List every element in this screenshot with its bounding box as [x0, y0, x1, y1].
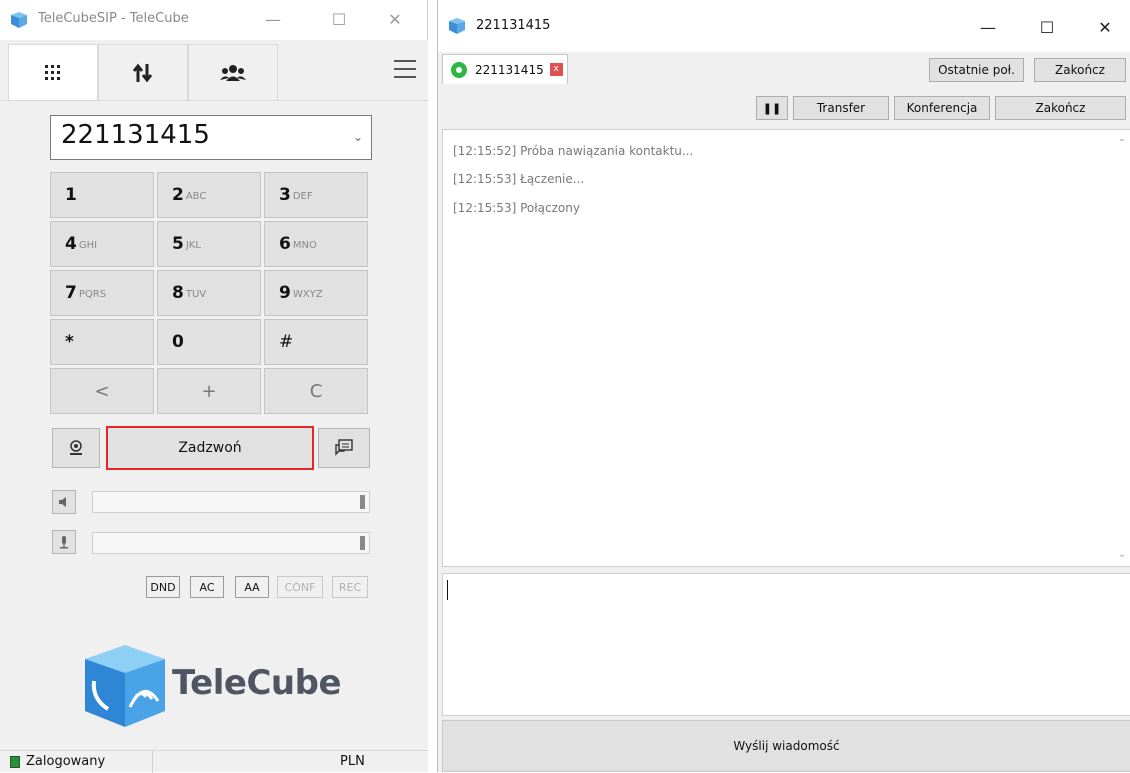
number-input[interactable]: 221131415 ⌄	[50, 115, 372, 160]
microphone-volume-slider[interactable]	[92, 532, 370, 554]
microphone-icon	[60, 536, 68, 549]
slider-thumb[interactable]	[360, 495, 365, 509]
key-2[interactable]: 2 ABC	[157, 172, 261, 218]
text-caret	[447, 580, 448, 600]
status-led-icon	[10, 756, 20, 768]
scroll-up-icon[interactable]: ⌃	[1118, 138, 1126, 149]
call-tab[interactable]: 221131415 x	[442, 54, 568, 84]
logo-text: TeleCube	[172, 663, 342, 703]
maximize-button[interactable]: ☐	[1034, 16, 1060, 40]
dialer-tabs	[0, 40, 428, 100]
key-7[interactable]: 7 PQRS	[50, 270, 154, 316]
close-button[interactable]: ✕	[382, 8, 408, 32]
message-input[interactable]	[442, 573, 1130, 716]
scroll-down-icon[interactable]: ⌄	[1118, 549, 1126, 560]
contacts-icon	[220, 64, 246, 81]
key-4[interactable]: 4 GHI	[50, 221, 154, 267]
key-0[interactable]: 0	[157, 319, 261, 365]
chevron-down-icon[interactable]: ⌄	[353, 130, 363, 144]
key-5[interactable]: 5 JKL	[157, 221, 261, 267]
call-tab-number: 221131415	[475, 62, 544, 77]
recent-calls-button[interactable]: Ostatnie poł.	[929, 58, 1024, 82]
telecube-app-icon	[449, 18, 465, 34]
currency-label: PLN	[340, 754, 365, 769]
whatsapp-icon	[451, 61, 467, 78]
menu-icon[interactable]	[394, 60, 416, 78]
close-button[interactable]: ✕	[1092, 16, 1118, 40]
key-8[interactable]: 8 TUV	[157, 270, 261, 316]
transfer-arrows-icon	[132, 63, 153, 82]
minimize-button[interactable]: —	[975, 16, 1001, 40]
send-message-button[interactable]: Wyślij wiadomość	[442, 720, 1130, 772]
tab-call-history[interactable]	[98, 44, 188, 100]
call-log: [12:15:52] Próba nawiązania kontaktu... …	[442, 129, 1130, 567]
dnd-toggle[interactable]: DND	[146, 576, 180, 598]
clear-button[interactable]: C	[264, 368, 368, 414]
chat-icon	[335, 439, 353, 456]
hold-button[interactable]: ❚❚	[756, 96, 788, 120]
telecube-app-icon	[11, 12, 27, 28]
slider-thumb[interactable]	[360, 536, 365, 550]
backspace-button[interactable]: <	[50, 368, 154, 414]
ac-toggle[interactable]: AC	[190, 576, 224, 598]
key-star[interactable]: *	[50, 319, 154, 365]
maximize-button[interactable]: ☐	[326, 8, 352, 32]
telecube-logo: TeleCube	[80, 641, 350, 731]
minimize-button[interactable]: —	[260, 8, 286, 32]
window-title: 221131415	[476, 18, 551, 33]
key-1[interactable]: 1	[50, 172, 154, 218]
conference-button[interactable]: Konferencja	[894, 96, 990, 120]
speaker-icon	[59, 497, 66, 507]
status-bar: Zalogowany PLN	[0, 750, 428, 773]
dialpad-icon	[45, 64, 60, 80]
key-3[interactable]: 3 DEF	[264, 172, 368, 218]
webcam-icon	[70, 440, 82, 455]
tab-dialpad[interactable]	[8, 44, 98, 100]
dialer-window: TeleCubeSIP - TeleCube — ☐ ✕ 221131415 ⌄…	[0, 0, 428, 773]
number-value: 221131415	[61, 120, 210, 150]
dialer-titlebar: TeleCubeSIP - TeleCube — ☐ ✕	[0, 0, 427, 40]
close-tab-icon[interactable]: x	[549, 63, 563, 76]
call-button[interactable]: Zadzwoń	[106, 426, 314, 470]
conf-toggle: CONF	[277, 576, 323, 598]
rec-toggle: REC	[332, 576, 368, 598]
window-title: TeleCubeSIP - TeleCube	[38, 11, 189, 26]
call-titlebar: 221131415 — ☐ ✕	[438, 0, 1130, 52]
tab-contacts[interactable]	[188, 44, 278, 100]
transfer-button[interactable]: Transfer	[793, 96, 889, 120]
plus-button[interactable]: +	[157, 368, 261, 414]
video-call-button[interactable]	[52, 428, 100, 468]
call-window: 221131415 — ☐ ✕ 221131415 x Ostatnie poł…	[437, 0, 1130, 772]
log-line: [12:15:53] Połączony	[453, 201, 580, 215]
key-6[interactable]: 6 MNO	[264, 221, 368, 267]
aa-toggle[interactable]: AA	[235, 576, 269, 598]
key-hash[interactable]: #	[264, 319, 368, 365]
status-separator	[152, 751, 153, 773]
telecube-cube-logo-icon	[85, 645, 165, 727]
key-9[interactable]: 9 WXYZ	[264, 270, 368, 316]
speaker-volume-slider[interactable]	[92, 491, 370, 513]
status-text: Zalogowany	[26, 754, 106, 769]
message-button[interactable]	[318, 428, 370, 468]
end-call-button[interactable]: Zakończ	[995, 96, 1126, 120]
log-line: [12:15:53] Łączenie...	[453, 172, 585, 186]
log-line: [12:15:52] Próba nawiązania kontaktu...	[453, 144, 694, 158]
speaker-toggle[interactable]	[52, 490, 76, 514]
microphone-toggle[interactable]	[52, 530, 76, 554]
end-button-top[interactable]: Zakończ	[1034, 58, 1126, 82]
dialer-panel: 221131415 ⌄ 1 2 ABC 3 DEF 4 GHI 5 JKL 6 MNO 7…	[0, 100, 428, 750]
